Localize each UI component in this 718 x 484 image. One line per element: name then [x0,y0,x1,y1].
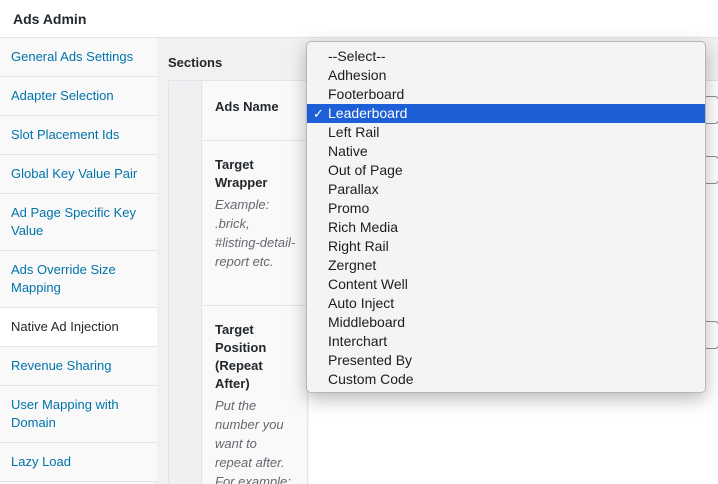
dropdown-option[interactable]: Right Rail [307,237,705,256]
dropdown-option-selected[interactable]: ✓ Leaderboard [307,104,705,123]
dropdown-option[interactable]: Left Rail [307,123,705,142]
field-help-text: Put the number you want to repeat after.… [215,398,291,484]
dropdown-option[interactable]: Interchart [307,332,705,351]
sidebar-item-slot-placement-ids[interactable]: Slot Placement Ids [0,116,157,155]
section-drag-handle[interactable] [169,81,202,484]
field-target-position: Target Position (Repeat After) Put the n… [203,306,308,484]
sidebar-item-label: Ad Page Specific Key Value [11,205,137,238]
settings-sidebar: General Ads Settings Adapter Selection S… [0,38,158,484]
sidebar-item-label: Revenue Sharing [11,358,112,373]
sections-heading: Sections [168,55,223,70]
checkmark-icon: ✓ [313,106,324,121]
dropdown-option[interactable]: Custom Code [307,370,705,389]
field-labels-column: Ads Name Target Wrapper Example: .brick,… [203,81,308,484]
field-label: Target Wrapper [215,157,268,190]
dropdown-option[interactable]: Auto Inject [307,294,705,313]
sidebar-item-label: Lazy Load [11,454,71,469]
admin-header: Ads Admin [0,0,718,38]
sidebar-item-label: General Ads Settings [11,49,134,64]
sidebar-item-user-mapping-with-domain[interactable]: User Mapping with Domain [0,386,157,443]
sidebar-item-adapter-selection[interactable]: Adapter Selection [0,77,157,116]
dropdown-option[interactable]: Footerboard [307,85,705,104]
dropdown-option[interactable]: Presented By [307,351,705,370]
dropdown-option[interactable]: Adhesion [307,66,705,85]
page-title: Ads Admin [13,11,87,27]
field-ads-name: Ads Name [203,81,308,141]
dropdown-option[interactable]: Zergnet [307,256,705,275]
field-label: Target Position (Repeat After) [215,322,267,391]
sidebar-item-label: Native Ad Injection [11,319,119,334]
sidebar-item-native-ad-injection[interactable]: Native Ad Injection [0,308,158,347]
sidebar-item-label: Global Key Value Pair [11,166,138,181]
dropdown-option[interactable]: Content Well [307,275,705,294]
sidebar-item-general-ads-settings[interactable]: General Ads Settings [0,38,157,77]
field-label: Ads Name [215,99,279,114]
dropdown-option[interactable]: Parallax [307,180,705,199]
sidebar-item-label: Slot Placement Ids [11,127,120,142]
dropdown-option[interactable]: --Select-- [307,47,705,66]
sidebar-item-ads-override-size-mapping[interactable]: Ads Override Size Mapping [0,251,157,308]
dropdown-option[interactable]: Middleboard [307,313,705,332]
sidebar-item-ad-page-specific-key-value[interactable]: Ad Page Specific Key Value [0,194,157,251]
sidebar-item-global-key-value-pair[interactable]: Global Key Value Pair [0,155,157,194]
dropdown-option[interactable]: Native [307,142,705,161]
sidebar-item-label: Adapter Selection [11,88,114,103]
sidebar-item-label: Ads Override Size Mapping [11,262,116,295]
ads-name-dropdown-list[interactable]: --Select-- Adhesion Footerboard ✓ Leader… [306,41,706,393]
field-target-wrapper: Target Wrapper Example: .brick, #listing… [203,141,308,306]
sidebar-item-lazy-load[interactable]: Lazy Load [0,443,157,482]
field-help-text: Example: .brick, #listing-detail-report … [215,197,296,269]
sidebar-item-revenue-sharing[interactable]: Revenue Sharing [0,347,157,386]
dropdown-option[interactable]: Promo [307,199,705,218]
sidebar-item-label: User Mapping with Domain [11,397,119,430]
dropdown-option[interactable]: Rich Media [307,218,705,237]
dropdown-option[interactable]: Out of Page [307,161,705,180]
